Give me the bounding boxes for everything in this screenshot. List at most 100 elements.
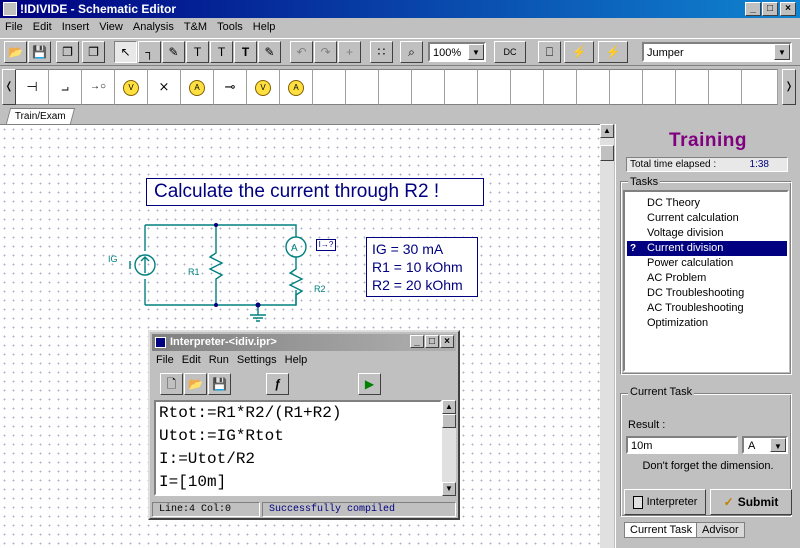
- new-file-icon[interactable]: 🗋: [160, 373, 183, 395]
- zoom-icon[interactable]: ⌕: [400, 41, 423, 63]
- interp-menu-run[interactable]: Run: [205, 351, 233, 369]
- pointer-icon[interactable]: ↖: [114, 41, 137, 63]
- task-item[interactable]: Power calculation: [627, 256, 787, 271]
- cross-icon[interactable]: +: [338, 41, 361, 63]
- palette-scroll-right[interactable]: ❭: [782, 69, 796, 105]
- open-icon[interactable]: 📂: [4, 41, 27, 63]
- grid-icon[interactable]: ∷: [370, 41, 393, 63]
- node-label-icon[interactable]: T: [210, 41, 233, 63]
- interp-menu-file[interactable]: File: [152, 351, 178, 369]
- copy-icon[interactable]: ❐: [56, 41, 79, 63]
- palette-empty-slot[interactable]: [544, 69, 577, 105]
- menu-tools[interactable]: Tools: [212, 18, 248, 37]
- code-scroll-thumb[interactable]: [442, 414, 456, 428]
- menu-file[interactable]: File: [0, 18, 28, 37]
- palette-terminal-icon[interactable]: →○: [82, 69, 115, 105]
- wire-icon[interactable]: ┐: [138, 41, 161, 63]
- scroll-down-icon[interactable]: ▼: [442, 482, 456, 496]
- window-title-bar[interactable]: !IDIVIDE - Schematic Editor _ □ ×: [0, 0, 800, 18]
- interpreter-title-bar[interactable]: Interpreter-<idiv.ipr> _ □ ×: [152, 334, 456, 351]
- redo-icon[interactable]: ↷: [314, 41, 337, 63]
- code-editor[interactable]: Rtot:=R1*R2/(R1+R2) Utot:=IG*Rtot I:=Uto…: [154, 400, 442, 496]
- palette-empty-slot[interactable]: [577, 69, 610, 105]
- chevron-down-icon[interactable]: ▼: [468, 44, 484, 60]
- palette-empty-slot[interactable]: [313, 69, 346, 105]
- task-item[interactable]: DC Theory: [627, 196, 787, 211]
- run-icon[interactable]: ▶: [358, 373, 381, 395]
- menu-view[interactable]: View: [94, 18, 128, 37]
- palette-empty-slot[interactable]: [742, 69, 778, 105]
- palette-empty-slot[interactable]: [709, 69, 742, 105]
- meter-tag[interactable]: I→?: [316, 239, 336, 251]
- palette-lamp-icon[interactable]: V: [247, 69, 280, 105]
- interp-menu-edit[interactable]: Edit: [178, 351, 205, 369]
- diode-icon[interactable]: ⚡: [598, 41, 628, 63]
- result-input[interactable]: 10m: [626, 436, 738, 454]
- tab-train-exam[interactable]: Train/Exam: [5, 108, 75, 124]
- interpreter-close-button[interactable]: ×: [440, 335, 454, 348]
- pen-icon[interactable]: ✎: [162, 41, 185, 63]
- save-icon[interactable]: 💾: [208, 373, 231, 395]
- export-icon[interactable]: ❐: [82, 41, 105, 63]
- menu-help[interactable]: Help: [248, 18, 281, 37]
- canvas-vertical-scrollbar[interactable]: ▲: [600, 124, 614, 548]
- tab-current-task[interactable]: Current Task: [624, 522, 699, 538]
- function-icon[interactable]: ƒ: [266, 373, 289, 395]
- palette-empty-slot[interactable]: [412, 69, 445, 105]
- task-item[interactable]: DC Troubleshooting: [627, 286, 787, 301]
- tab-advisor[interactable]: Advisor: [696, 522, 745, 538]
- scroll-up-icon[interactable]: ▲: [600, 124, 614, 138]
- palette-empty-slot[interactable]: [379, 69, 412, 105]
- palette-empty-slot[interactable]: [643, 69, 676, 105]
- open-icon[interactable]: 📂: [184, 373, 207, 395]
- task-item-selected[interactable]: ? Current division: [627, 241, 787, 256]
- interp-menu-help[interactable]: Help: [281, 351, 312, 369]
- graphic-icon[interactable]: ✎: [258, 41, 281, 63]
- task-item[interactable]: Current calculation: [627, 211, 787, 226]
- palette-scroll-left[interactable]: ❬: [2, 69, 16, 105]
- code-scrollbar[interactable]: ▲ ▼: [442, 400, 456, 496]
- chevron-down-icon[interactable]: ▼: [774, 44, 790, 60]
- label-icon[interactable]: T: [186, 41, 209, 63]
- menu-insert[interactable]: Insert: [57, 18, 95, 37]
- scroll-up-icon[interactable]: ▲: [442, 400, 456, 414]
- palette-node-icon[interactable]: ⊸: [214, 69, 247, 105]
- unit-select[interactable]: A ▼: [742, 436, 788, 454]
- meter-icon[interactable]: ⎕: [538, 41, 561, 63]
- interp-menu-settings[interactable]: Settings: [233, 351, 281, 369]
- palette-voltmeter-icon[interactable]: V: [115, 69, 148, 105]
- palette-switch-icon[interactable]: ⨼: [49, 69, 82, 105]
- zoom-select[interactable]: 100% ▼: [428, 42, 486, 62]
- task-item[interactable]: Optimization: [627, 316, 787, 331]
- submit-button[interactable]: ✓ Submit: [710, 489, 792, 515]
- palette-meter-icon[interactable]: A: [280, 69, 313, 105]
- task-list[interactable]: DC Theory Current calculation Voltage di…: [623, 190, 789, 372]
- palette-battery-icon[interactable]: ⊣: [16, 69, 49, 105]
- palette-empty-slot[interactable]: [676, 69, 709, 105]
- save-icon[interactable]: 💾: [28, 41, 51, 63]
- palette-empty-slot[interactable]: [610, 69, 643, 105]
- task-item[interactable]: Voltage division: [627, 226, 787, 241]
- task-item[interactable]: AC Troubleshooting: [627, 301, 787, 316]
- dc-analysis-icon[interactable]: DC: [494, 41, 526, 63]
- canvas-scroll-thumb[interactable]: [600, 145, 614, 161]
- circuit-diagram[interactable]: IG R1 R2 A: [100, 215, 340, 325]
- interpreter-maximize-button[interactable]: □: [425, 335, 439, 348]
- interpreter-minimize-button[interactable]: _: [410, 335, 424, 348]
- task-item[interactable]: AC Problem: [627, 271, 787, 286]
- interpreter-button[interactable]: Interpreter: [624, 489, 706, 515]
- test-icon[interactable]: ⚡: [564, 41, 594, 63]
- minimize-button[interactable]: _: [745, 2, 761, 16]
- palette-empty-slot[interactable]: [511, 69, 544, 105]
- text-icon[interactable]: T: [234, 41, 257, 63]
- palette-empty-slot[interactable]: [346, 69, 379, 105]
- palette-empty-slot[interactable]: [478, 69, 511, 105]
- menu-tm[interactable]: T&M: [179, 18, 212, 37]
- palette-ammeter-icon[interactable]: A: [181, 69, 214, 105]
- close-button[interactable]: ×: [780, 2, 796, 16]
- interpreter-window[interactable]: Interpreter-<idiv.ipr> _ □ × File Edit Run…: [148, 330, 460, 520]
- palette-cross-icon[interactable]: ⨯: [148, 69, 181, 105]
- undo-icon[interactable]: ↶: [290, 41, 313, 63]
- component-select[interactable]: Jumper ▼: [642, 42, 792, 62]
- chevron-down-icon[interactable]: ▼: [770, 438, 786, 452]
